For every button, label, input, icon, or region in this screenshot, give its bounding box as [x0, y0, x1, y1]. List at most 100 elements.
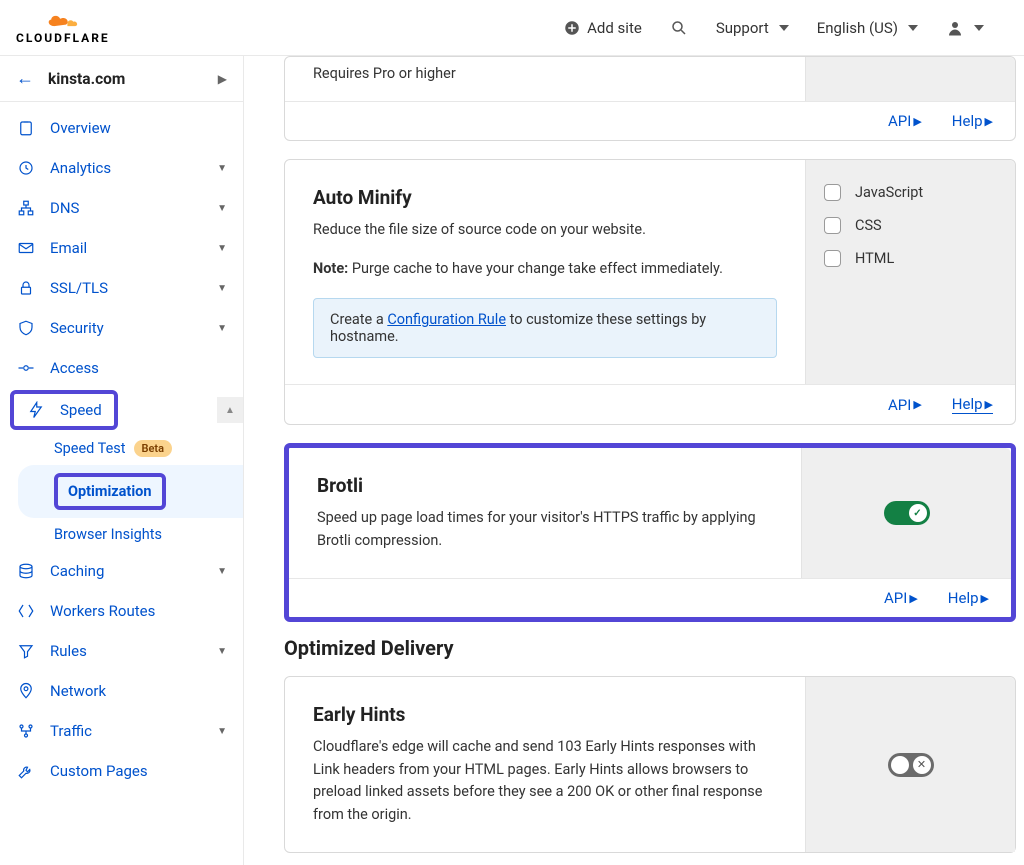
sidebar-item-speed[interactable]: Speed	[14, 394, 114, 426]
optimized-delivery-heading: Optimized Delivery	[284, 636, 1016, 660]
clipboard-icon	[16, 118, 36, 138]
pin-icon	[16, 681, 36, 701]
card-requires-pro: Requires Pro or higher API▶ Help▶	[284, 56, 1016, 141]
minify-js-row[interactable]: JavaScript	[824, 184, 997, 201]
api-link[interactable]: API▶	[888, 396, 922, 414]
sidebar-item-overview[interactable]: Overview	[0, 108, 243, 148]
card-footer: API▶ Help▶	[285, 384, 1015, 424]
language-label: English (US)	[817, 19, 898, 37]
card-early-hints: Early Hints Cloudflare's edge will cache…	[284, 676, 1016, 853]
sidebar-item-traffic[interactable]: Traffic▼	[0, 711, 243, 751]
support-menu[interactable]: Support	[716, 19, 789, 37]
toggle-knob	[909, 504, 927, 522]
checkbox-icon[interactable]	[824, 217, 841, 234]
early-hints-toggle[interactable]: ✕	[888, 753, 934, 777]
card-footer: API▶ Help▶	[285, 101, 1015, 140]
caret-down-icon: ▼	[217, 283, 227, 294]
arrow-right-icon: ▶	[909, 592, 917, 605]
support-label: Support	[716, 19, 769, 37]
search-icon	[670, 19, 688, 37]
shield-icon	[16, 318, 36, 338]
arrow-right-icon: ▶	[981, 592, 989, 605]
help-link[interactable]: Help▶	[952, 395, 993, 414]
auto-minify-note: Note: Purge cache to have your change ta…	[313, 258, 777, 280]
search-button[interactable]	[670, 19, 688, 37]
sidebar-item-analytics[interactable]: Analytics▼	[0, 148, 243, 188]
routes-icon	[16, 721, 36, 741]
arrow-right-icon: ▶	[985, 398, 993, 411]
brand-logo[interactable]: CLOUDFLARE	[16, 11, 110, 45]
add-site-label: Add site	[587, 19, 642, 37]
sidebar-item-workers-routes[interactable]: Workers Routes	[0, 591, 243, 631]
x-icon: ✕	[913, 756, 931, 774]
sidebar-sub-browser-insights[interactable]: Browser Insights	[0, 518, 243, 551]
collapse-toggle[interactable]: ▲	[217, 397, 243, 423]
site-selector[interactable]: ← kinsta.com ▶	[0, 56, 243, 102]
sidebar-item-ssltls[interactable]: SSL/TLS▼	[0, 268, 243, 308]
card-side-empty	[805, 57, 1015, 101]
early-hints-toggle-area: ✕	[805, 677, 1015, 852]
caret-down-icon: ▼	[217, 163, 227, 174]
checkbox-icon[interactable]	[824, 184, 841, 201]
early-hints-title: Early Hints	[313, 703, 777, 726]
sidebar-item-rules[interactable]: Rules▼	[0, 631, 243, 671]
sidebar-item-custom-pages[interactable]: Custom Pages	[0, 751, 243, 791]
site-name: kinsta.com	[48, 70, 218, 88]
caret-down-icon: ▼	[217, 566, 227, 577]
api-link[interactable]: API▶	[888, 112, 922, 130]
sidebar-item-access[interactable]: Access	[0, 348, 243, 388]
toggle-knob	[891, 756, 909, 774]
api-link[interactable]: API▶	[884, 589, 918, 607]
config-rule-tip: Create a Configuration Rule to customize…	[313, 298, 777, 358]
sidebar-item-dns[interactable]: DNS▼	[0, 188, 243, 228]
help-link[interactable]: Help▶	[952, 112, 993, 130]
brotli-toggle[interactable]	[884, 501, 930, 525]
speed-highlight: Speed	[10, 390, 118, 430]
minify-options: JavaScript CSS HTML	[805, 160, 1015, 384]
brand-text: CLOUDFLARE	[16, 31, 110, 45]
card-brotli: Brotli Speed up page load times for your…	[289, 448, 1011, 617]
help-link[interactable]: Help▶	[948, 589, 989, 607]
sidebar-item-caching[interactable]: Caching▼	[0, 551, 243, 591]
brotli-desc: Speed up page load times for your visito…	[317, 507, 773, 552]
checkbox-icon[interactable]	[824, 250, 841, 267]
bolt-icon	[26, 400, 46, 420]
language-menu[interactable]: English (US)	[817, 19, 918, 37]
add-site-button[interactable]: Add site	[563, 19, 642, 37]
auto-minify-desc: Reduce the file size of source code on y…	[313, 219, 777, 241]
sitemap-icon	[16, 198, 36, 218]
sidebar-item-email[interactable]: Email▼	[0, 228, 243, 268]
lock-icon	[16, 278, 36, 298]
workers-icon	[16, 601, 36, 621]
plus-circle-icon	[563, 19, 581, 37]
back-arrow-icon[interactable]: ←	[16, 68, 34, 89]
sidebar-sub-speed-test[interactable]: Speed TestBeta	[0, 432, 243, 465]
caret-down-icon: ▼	[217, 243, 227, 254]
user-menu[interactable]	[946, 19, 984, 37]
brotli-highlight: Brotli Speed up page load times for your…	[284, 443, 1016, 622]
early-hints-desc: Cloudflare's edge will cache and send 10…	[313, 736, 777, 826]
brotli-toggle-area	[801, 448, 1011, 578]
sidebar-item-network[interactable]: Network	[0, 671, 243, 711]
sidebar: ← kinsta.com ▶ Overview Analytics▼ DNS▼ …	[0, 56, 244, 865]
card-auto-minify: Auto Minify Reduce the file size of sour…	[284, 159, 1016, 425]
caret-down-icon: ▼	[217, 323, 227, 334]
minify-css-row[interactable]: CSS	[824, 217, 997, 234]
top-bar: CLOUDFLARE Add site Support English (US)	[0, 0, 1024, 56]
arrow-right-icon: ▶	[985, 115, 993, 128]
minify-html-row[interactable]: HTML	[824, 250, 997, 267]
auto-minify-title: Auto Minify	[313, 186, 777, 209]
configuration-rule-link[interactable]: Configuration Rule	[387, 311, 506, 328]
nav-list: Overview Analytics▼ DNS▼ Email▼ SSL/TLS▼…	[0, 102, 243, 797]
arrow-right-icon: ▶	[913, 398, 921, 411]
sidebar-item-security[interactable]: Security▼	[0, 308, 243, 348]
sidebar-sub-optimization[interactable]: Optimization	[18, 465, 243, 518]
caret-down-icon: ▼	[217, 646, 227, 657]
optimization-highlight: Optimization	[54, 473, 166, 510]
chevron-right-icon: ▶	[218, 72, 227, 86]
card-footer: API▶ Help▶	[289, 578, 1011, 617]
caret-down-icon: ▼	[217, 203, 227, 214]
arrow-right-icon: ▶	[913, 115, 921, 128]
email-icon	[16, 238, 36, 258]
beta-badge: Beta	[134, 440, 173, 457]
